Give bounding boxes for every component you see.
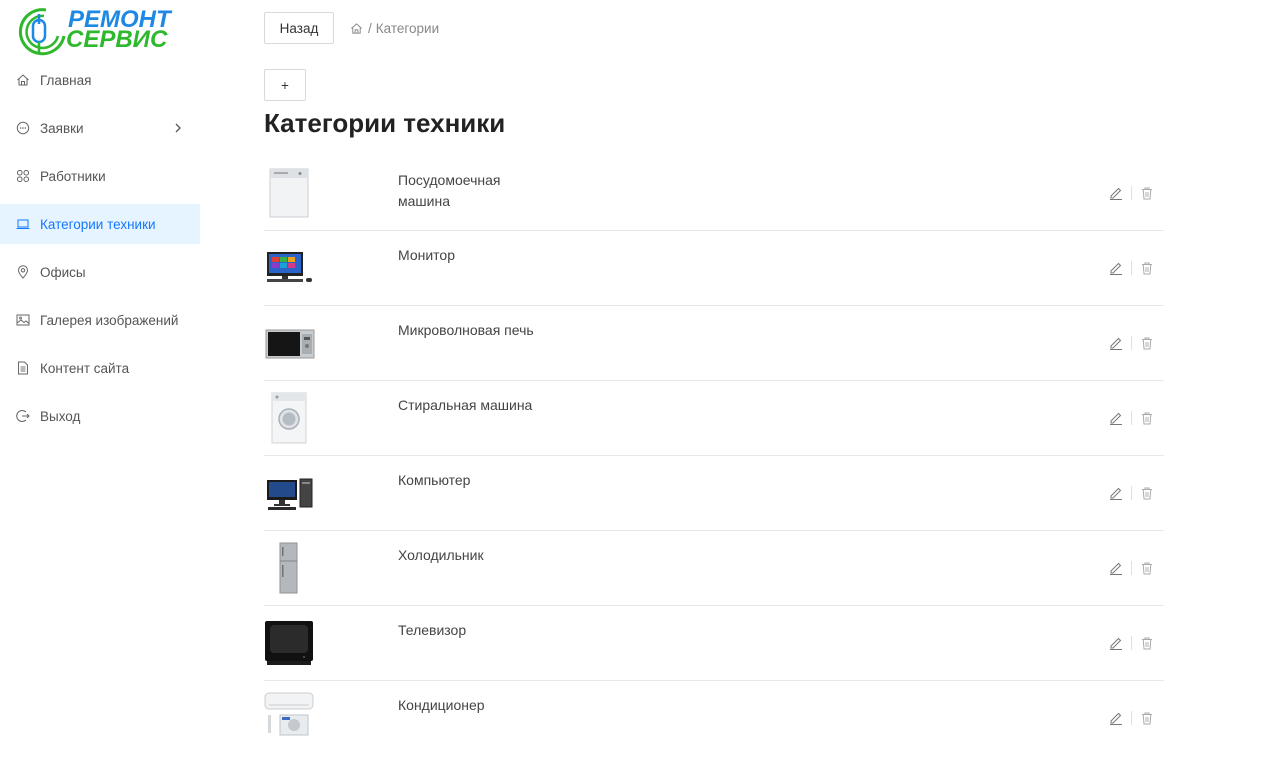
category-name: Стиральная машина [398, 397, 533, 413]
sidebar-item-label: Работники [40, 168, 106, 184]
sidebar-item-label: Главная [40, 72, 92, 88]
edit-icon[interactable] [1109, 186, 1123, 200]
add-category-button[interactable]: + [264, 69, 306, 101]
list-item: Телевизор [264, 606, 1164, 681]
delete-icon[interactable] [1140, 636, 1154, 650]
delete-icon[interactable] [1140, 411, 1154, 425]
actions-divider [1131, 636, 1132, 650]
sidebar-item-label: Офисы [40, 264, 86, 280]
sidebar-item-categories[interactable]: Категории техники [0, 204, 200, 244]
breadcrumb-separator: / [368, 20, 372, 36]
back-button[interactable]: Назад [264, 12, 334, 44]
list-item: Посудомоечная машина [264, 156, 1164, 231]
sidebar-item-label: Заявки [40, 120, 84, 136]
delete-icon[interactable] [1140, 261, 1154, 275]
row-actions [1109, 411, 1154, 425]
air-conditioner-image [264, 691, 320, 745]
laptop-icon [16, 217, 30, 231]
sidebar-item-label: Выход [40, 408, 81, 424]
delete-icon[interactable] [1140, 186, 1154, 200]
sidebar: РЕМОНТ СЕРВИС Главная Заявки Работники К… [0, 0, 200, 764]
actions-divider [1131, 561, 1132, 575]
home-icon [16, 73, 30, 87]
list-item: Монитор [264, 231, 1164, 306]
chat-icon [16, 121, 30, 135]
logout-icon [16, 409, 30, 423]
actions-divider [1131, 411, 1132, 425]
location-icon [16, 265, 30, 279]
actions-divider [1131, 261, 1132, 275]
delete-icon[interactable] [1140, 711, 1154, 725]
category-name: Микроволновая печь [398, 322, 534, 338]
sidebar-item-label: Категории техники [40, 216, 156, 232]
sidebar-item-label: Галерея изображений [40, 312, 179, 328]
logo-icon [18, 8, 66, 56]
category-name: Посудомоечная машина [398, 172, 501, 209]
actions-divider [1131, 186, 1132, 200]
row-actions [1109, 261, 1154, 275]
row-actions [1109, 636, 1154, 650]
actions-divider [1131, 336, 1132, 350]
category-name: Монитор [398, 247, 455, 263]
sidebar-item-gallery[interactable]: Галерея изображений [0, 300, 200, 340]
edit-icon[interactable] [1109, 261, 1123, 275]
edit-icon[interactable] [1109, 486, 1123, 500]
team-icon [16, 169, 30, 183]
breadcrumb: / Категории [350, 21, 439, 36]
category-name: Кондиционер [398, 697, 485, 713]
row-actions [1109, 186, 1154, 200]
image-icon [16, 313, 30, 327]
category-name: Холодильник [398, 547, 484, 563]
sidebar-item-logout[interactable]: Выход [0, 396, 200, 436]
row-actions [1109, 561, 1154, 575]
fridge-image [264, 541, 320, 595]
edit-icon[interactable] [1109, 711, 1123, 725]
file-icon [16, 361, 30, 375]
edit-icon[interactable] [1109, 411, 1123, 425]
tv-image [264, 616, 320, 670]
sidebar-item-workers[interactable]: Работники [0, 156, 200, 196]
dishwasher-image [264, 166, 320, 220]
delete-icon[interactable] [1140, 486, 1154, 500]
logo[interactable]: РЕМОНТ СЕРВИС [16, 6, 176, 58]
list-item: Микроволновая печь [264, 306, 1164, 381]
page-title: Категории техники [264, 108, 506, 138]
sidebar-item-content[interactable]: Контент сайта [0, 348, 200, 388]
monitor-image [264, 241, 320, 295]
edit-icon[interactable] [1109, 561, 1123, 575]
sidebar-item-label: Контент сайта [40, 360, 130, 376]
microwave-image [264, 316, 320, 370]
delete-icon[interactable] [1140, 561, 1154, 575]
list-item: Холодильник [264, 531, 1164, 606]
washing-machine-image [264, 391, 320, 445]
category-name: Компьютер [398, 472, 471, 488]
edit-icon[interactable] [1109, 636, 1123, 650]
sidebar-nav: Главная Заявки Работники Категории техни… [0, 60, 200, 444]
list-item: Кондиционер [264, 681, 1164, 756]
sidebar-item-home[interactable]: Главная [0, 60, 200, 100]
sidebar-item-requests[interactable]: Заявки [0, 108, 200, 148]
delete-icon[interactable] [1140, 336, 1154, 350]
list-item: Компьютер [264, 456, 1164, 531]
row-actions [1109, 486, 1154, 500]
home-icon[interactable] [350, 22, 363, 35]
list-item: Стиральная машина [264, 381, 1164, 456]
chevron-right-icon [174, 122, 182, 134]
row-actions [1109, 336, 1154, 350]
edit-icon[interactable] [1109, 336, 1123, 350]
actions-divider [1131, 486, 1132, 500]
sidebar-item-offices[interactable]: Офисы [0, 252, 200, 292]
category-name: Телевизор [398, 622, 467, 638]
actions-divider [1131, 711, 1132, 725]
topbar: Назад / Категории [264, 12, 439, 44]
category-list: Посудомоечная машина Монитор Микроволнов… [264, 156, 1164, 756]
row-actions [1109, 711, 1154, 725]
breadcrumb-current: Категории [375, 20, 440, 36]
logo-text-line2: СЕРВИС [66, 26, 168, 53]
computer-image [264, 466, 320, 520]
